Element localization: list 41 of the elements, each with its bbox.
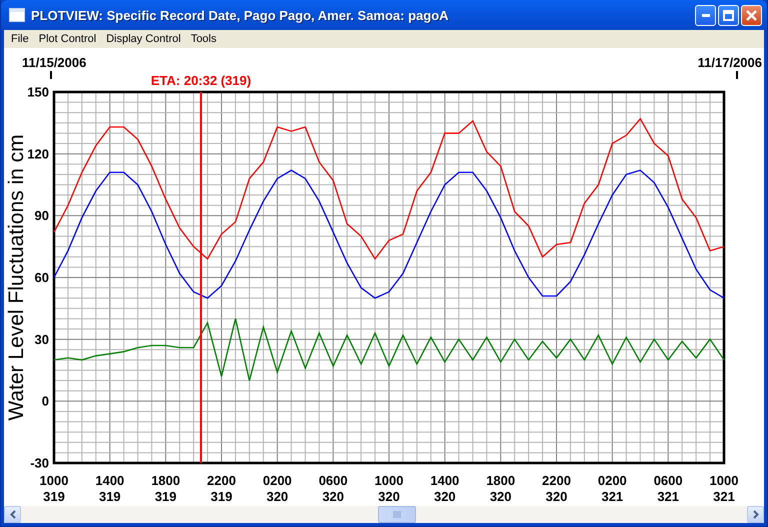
- scroll-thumb[interactable]: [378, 506, 416, 523]
- axis-tick-label: 0: [42, 394, 49, 409]
- date-label: 11/15/2006: [22, 55, 86, 70]
- axis-tick-label: 1400 319: [95, 473, 124, 504]
- axis-tick-label: 60: [34, 270, 49, 285]
- scroll-left-button[interactable]: [4, 506, 21, 523]
- horizontal-scrollbar[interactable]: [4, 506, 764, 523]
- maximize-button[interactable]: [718, 4, 739, 26]
- scroll-right-button[interactable]: [747, 506, 764, 523]
- axis-tick-label: -30: [30, 456, 49, 470]
- axis-tick-label: 1800 320: [486, 473, 516, 504]
- annotation-label: ETA: 20:32 (319): [150, 73, 252, 88]
- axis-tick-label: 2200 319: [207, 473, 236, 504]
- close-button[interactable]: [741, 4, 762, 26]
- menu-item[interactable]: Display Control: [101, 33, 186, 45]
- menu-item[interactable]: File: [6, 33, 34, 45]
- minimize-button[interactable]: [695, 4, 716, 26]
- axis-tick-label: 0600 320: [318, 473, 348, 504]
- minimize-icon: [702, 14, 710, 16]
- menu-item[interactable]: Plot Control: [34, 33, 102, 45]
- date-label: 11/17/2006: [698, 55, 762, 70]
- axis-tick-label: 0600 321: [654, 473, 683, 504]
- axis-tick-label: 1000 321: [710, 473, 738, 504]
- axis-tick-label: 1400 320: [430, 473, 460, 504]
- axis-tick-label: 1000 319: [40, 473, 68, 504]
- axis-tick-label: 2200 320: [542, 473, 571, 504]
- window-title: PLOTVIEW: Specific Record Date, Pago Pago, Amer. Samoa: pagoA: [31, 8, 450, 22]
- axis-tick-label: 30: [34, 332, 49, 347]
- window-icon: [9, 8, 25, 22]
- axis-tick-label: 1800 319: [151, 473, 180, 504]
- close-icon: [746, 10, 757, 20]
- axis-tick-label: 0200 321: [598, 473, 627, 504]
- axis-tick-label: 1000 320: [374, 473, 404, 504]
- axis-tick-label: 120: [27, 146, 49, 162]
- axis-title: Water Level Fluctuations in cm: [5, 134, 28, 421]
- axis-tick-label: 90: [34, 208, 49, 224]
- maximize-icon: [723, 10, 734, 20]
- axis-tick-label: 150: [27, 84, 49, 100]
- menu-item[interactable]: Tools: [186, 33, 222, 45]
- grip-icon: [393, 511, 401, 518]
- axis-tick-label: 0200 320: [262, 473, 292, 504]
